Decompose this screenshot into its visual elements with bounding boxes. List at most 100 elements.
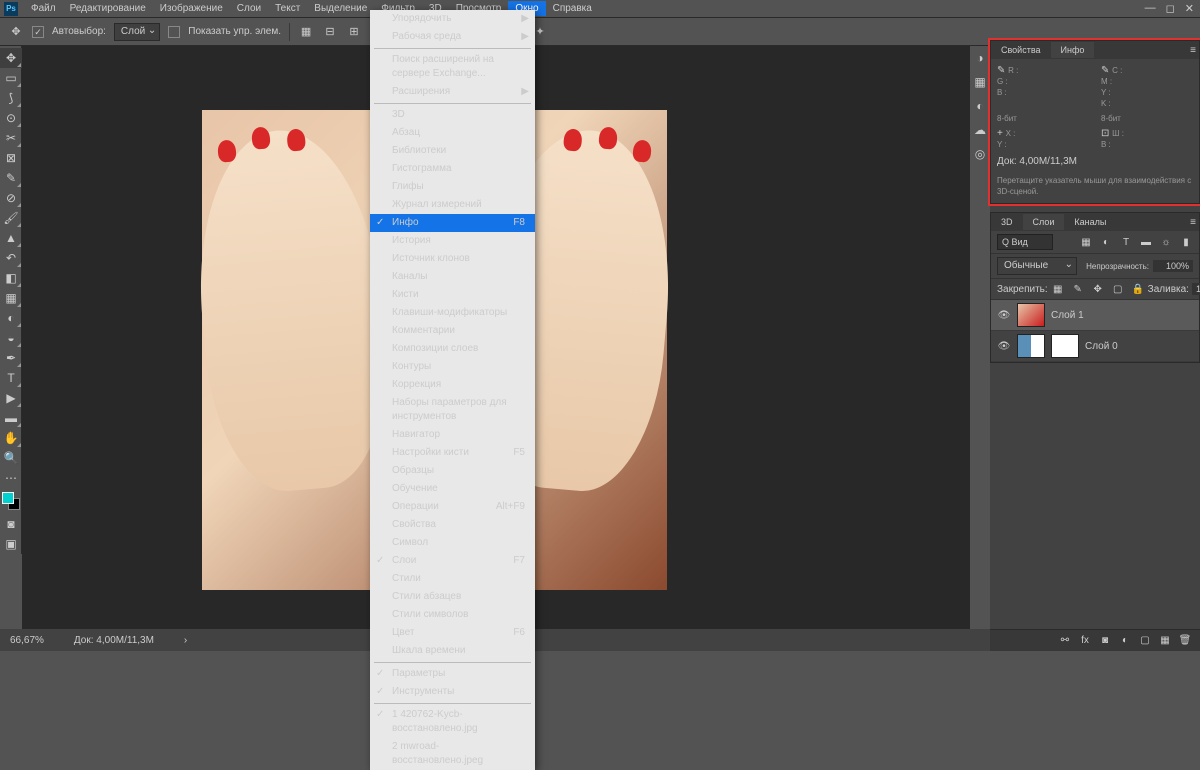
mask-thumbnail[interactable] xyxy=(1051,334,1079,358)
blur-tool[interactable]: ◐ xyxy=(0,308,22,328)
tab-channels[interactable]: Каналы xyxy=(1064,214,1116,230)
lock-transparent-icon[interactable]: ▦ xyxy=(1051,282,1065,296)
menu-item-1-420762-kycb-восстановлено-jpg[interactable]: ✓1 420762-Kycb-восстановлено.jpg xyxy=(370,706,535,738)
screen-mode-icon[interactable]: ▣ xyxy=(0,534,22,554)
menu-item-операции[interactable]: ОперацииAlt+F9 xyxy=(370,498,535,516)
history-brush-tool[interactable]: ↶ xyxy=(0,248,22,268)
menu-item-символ[interactable]: Символ xyxy=(370,534,535,552)
menu-item-поиск-расширений-на-сервере-exchange-[interactable]: Поиск расширений на сервере Exchange... xyxy=(370,51,535,83)
visibility-icon[interactable]: 👁 xyxy=(997,341,1011,352)
color-panel-icon[interactable]: ◑ xyxy=(972,50,988,66)
menu-item-источник-клонов[interactable]: Источник клонов xyxy=(370,250,535,268)
menu-item-навигатор[interactable]: Навигатор xyxy=(370,426,535,444)
layers-menu-icon[interactable]: ≡ xyxy=(1190,217,1196,228)
gradient-tool[interactable]: ▦ xyxy=(0,288,22,308)
menu-изображение[interactable]: Изображение xyxy=(153,1,230,16)
menu-item-3d[interactable]: 3D xyxy=(370,106,535,124)
lasso-tool[interactable]: ⟆ xyxy=(0,88,22,108)
menu-выделение[interactable]: Выделение xyxy=(307,1,374,16)
minimize-icon[interactable]: — xyxy=(1145,2,1156,15)
menu-item-клавиши-модификаторы[interactable]: Клавиши-модификаторы xyxy=(370,304,535,322)
tab-properties[interactable]: Свойства xyxy=(991,42,1051,58)
edit-toolbar[interactable]: ⋯ xyxy=(0,468,22,488)
menu-item-композиции-слоев[interactable]: Композиции слоев xyxy=(370,340,535,358)
menu-item-2-mwroad-восстановлено-jpeg[interactable]: 2 mwroad-восстановлено.jpeg xyxy=(370,738,535,770)
libraries-panel-icon[interactable]: ☁ xyxy=(972,122,988,138)
layer-row[interactable]: 👁 Слой 0 xyxy=(991,331,1199,362)
blend-mode-select[interactable]: Обычные xyxy=(997,257,1077,275)
menu-item-контуры[interactable]: Контуры xyxy=(370,358,535,376)
menu-item-наборы-параметров-для-инструментов[interactable]: Наборы параметров для инструментов xyxy=(370,394,535,426)
layer-thumbnail[interactable] xyxy=(1017,303,1045,327)
menu-item-кисти[interactable]: Кисти xyxy=(370,286,535,304)
menu-item-слои[interactable]: ✓СлоиF7 xyxy=(370,552,535,570)
menu-item-обучение[interactable]: Обучение xyxy=(370,480,535,498)
tab-3d[interactable]: 3D xyxy=(991,214,1023,230)
adjustment-layer-icon[interactable]: ◐ xyxy=(1118,634,1132,648)
frame-tool[interactable]: ⊠ xyxy=(0,148,22,168)
menu-item-гистограмма[interactable]: Гистограмма xyxy=(370,160,535,178)
menu-item-стили-абзацев[interactable]: Стили абзацев xyxy=(370,588,535,606)
menu-item-рабочая-среда[interactable]: Рабочая среда▶ xyxy=(370,28,535,46)
lock-all-icon[interactable]: 🔒 xyxy=(1131,282,1145,296)
eyedropper-tool[interactable]: ✎ xyxy=(0,168,22,188)
menu-item-инфо[interactable]: ✓ИнфоF8 xyxy=(370,214,535,232)
menu-item-свойства[interactable]: Свойства xyxy=(370,516,535,534)
menu-item-стили-символов[interactable]: Стили символов xyxy=(370,606,535,624)
crop-tool[interactable]: ✂ xyxy=(0,128,22,148)
filter-toggle-icon[interactable]: ▮ xyxy=(1179,235,1193,249)
type-tool[interactable]: T xyxy=(0,368,22,388)
healing-tool[interactable]: ⊘ xyxy=(0,188,22,208)
link-layers-icon[interactable]: ⚯ xyxy=(1058,634,1072,648)
path-select-tool[interactable]: ▶ xyxy=(0,388,22,408)
cc-panel-icon[interactable]: ◎ xyxy=(972,146,988,162)
swatches-panel-icon[interactable]: ▦ xyxy=(972,74,988,90)
eraser-tool[interactable]: ◧ xyxy=(0,268,22,288)
autoselect-checkbox[interactable] xyxy=(32,26,44,38)
filter-smart-icon[interactable]: ☼ xyxy=(1159,235,1173,249)
group-icon[interactable]: ▢ xyxy=(1138,634,1152,648)
layer-name[interactable]: Слой 1 xyxy=(1051,310,1084,321)
delete-layer-icon[interactable]: 🗑 xyxy=(1178,634,1192,648)
menu-item-образцы[interactable]: Образцы xyxy=(370,462,535,480)
zoom-level[interactable]: 66,67% xyxy=(10,635,44,646)
layer-thumbnail[interactable] xyxy=(1017,334,1045,358)
tab-info[interactable]: Инфо xyxy=(1051,42,1095,58)
quick-mask-icon[interactable]: ◙ xyxy=(0,514,22,534)
menu-item-история[interactable]: История xyxy=(370,232,535,250)
panel-menu-icon[interactable]: ≡ xyxy=(1190,45,1196,56)
dodge-tool[interactable]: ◒ xyxy=(0,328,22,348)
layer-name[interactable]: Слой 0 xyxy=(1085,341,1118,352)
layer-filter-select[interactable]: Q Вид xyxy=(997,234,1053,250)
tab-layers[interactable]: Слои xyxy=(1023,214,1065,230)
filter-type-icon[interactable]: T xyxy=(1119,235,1133,249)
menu-item-цвет[interactable]: ЦветF6 xyxy=(370,624,535,642)
lock-pixels-icon[interactable]: ✎ xyxy=(1071,282,1085,296)
menu-текст[interactable]: Текст xyxy=(268,1,307,16)
color-swatches[interactable] xyxy=(0,490,22,512)
filter-shape-icon[interactable]: ▬ xyxy=(1139,235,1153,249)
align-left-icon[interactable]: ▦ xyxy=(298,24,314,40)
marquee-tool[interactable]: ▭ xyxy=(0,68,22,88)
lock-position-icon[interactable]: ✥ xyxy=(1091,282,1105,296)
layer-row[interactable]: 👁 Слой 1 xyxy=(991,300,1199,331)
menu-item-шкала-времени[interactable]: Шкала времени xyxy=(370,642,535,660)
move-tool[interactable]: ✥ xyxy=(0,48,22,68)
menu-item-коррекция[interactable]: Коррекция xyxy=(370,376,535,394)
opacity-input[interactable]: 100% xyxy=(1153,260,1193,272)
maximize-icon[interactable]: ◻ xyxy=(1166,2,1175,15)
doc-size[interactable]: Док: 4,00M/11,3M xyxy=(74,635,154,646)
align-right-icon[interactable]: ⊞ xyxy=(346,24,362,40)
layer-mask-icon[interactable]: ◙ xyxy=(1098,634,1112,648)
visibility-icon[interactable]: 👁 xyxy=(997,310,1011,321)
quick-select-tool[interactable]: ⊙ xyxy=(0,108,22,128)
pen-tool[interactable]: ✒ xyxy=(0,348,22,368)
menu-item-стили[interactable]: Стили xyxy=(370,570,535,588)
menu-item-комментарии[interactable]: Комментарии xyxy=(370,322,535,340)
zoom-tool[interactable]: 🔍 xyxy=(0,448,22,468)
menu-файл[interactable]: Файл xyxy=(24,1,63,16)
menu-item-абзац[interactable]: Абзац xyxy=(370,124,535,142)
adjustments-panel-icon[interactable]: ◐ xyxy=(972,98,988,114)
layer-fx-icon[interactable]: fx xyxy=(1078,634,1092,648)
align-center-icon[interactable]: ⊟ xyxy=(322,24,338,40)
